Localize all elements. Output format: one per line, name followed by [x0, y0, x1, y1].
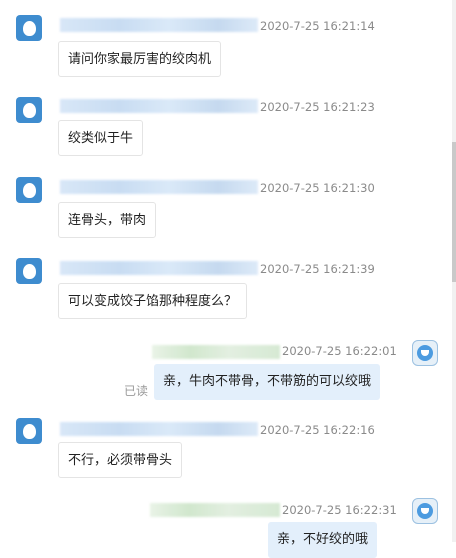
sender-name-redacted [152, 345, 280, 359]
message-timestamp: 2020-7-25 16:21:23 [260, 100, 375, 114]
message-timestamp: 2020-7-25 16:21:30 [260, 181, 375, 195]
sender-name-redacted [60, 99, 258, 113]
read-status-label: 已读 [124, 384, 149, 398]
customer-avatar-icon[interactable] [16, 258, 42, 284]
agent-avatar-icon[interactable] [412, 498, 438, 524]
message-timestamp: 2020-7-25 16:21:14 [260, 19, 375, 33]
sender-name-redacted [150, 503, 280, 517]
sender-name-redacted [60, 180, 258, 194]
message-bubble: 不行，必须带骨头 [58, 442, 183, 478]
message-bubble: 绞类似于牛 [58, 120, 144, 156]
message-bubble: 请问你家最厉害的绞肉机 [58, 41, 222, 77]
customer-avatar-icon[interactable] [16, 15, 42, 41]
customer-avatar-icon[interactable] [16, 177, 42, 203]
customer-avatar-icon[interactable] [16, 418, 42, 444]
message-bubble: 亲，牛肉不带骨，不带筋的可以绞哦 [154, 364, 381, 400]
message-bubble: 亲，不好绞的哦 [268, 522, 378, 558]
customer-avatar-icon[interactable] [16, 97, 42, 123]
agent-avatar-icon[interactable] [412, 340, 438, 366]
sender-name-redacted [60, 261, 258, 275]
chat-scrollbar-thumb[interactable] [452, 142, 456, 282]
message-timestamp: 2020-7-25 16:22:01 [282, 344, 397, 358]
message-timestamp: 2020-7-25 16:22:16 [260, 423, 375, 437]
sender-name-redacted [60, 422, 258, 436]
sender-name-redacted [60, 18, 258, 32]
message-bubble: 连骨头，带肉 [58, 202, 157, 238]
message-timestamp: 2020-7-25 16:21:39 [260, 262, 375, 276]
message-timestamp: 2020-7-25 16:22:31 [282, 503, 397, 517]
message-bubble: 可以变成饺子馅那种程度么？ [58, 283, 248, 319]
